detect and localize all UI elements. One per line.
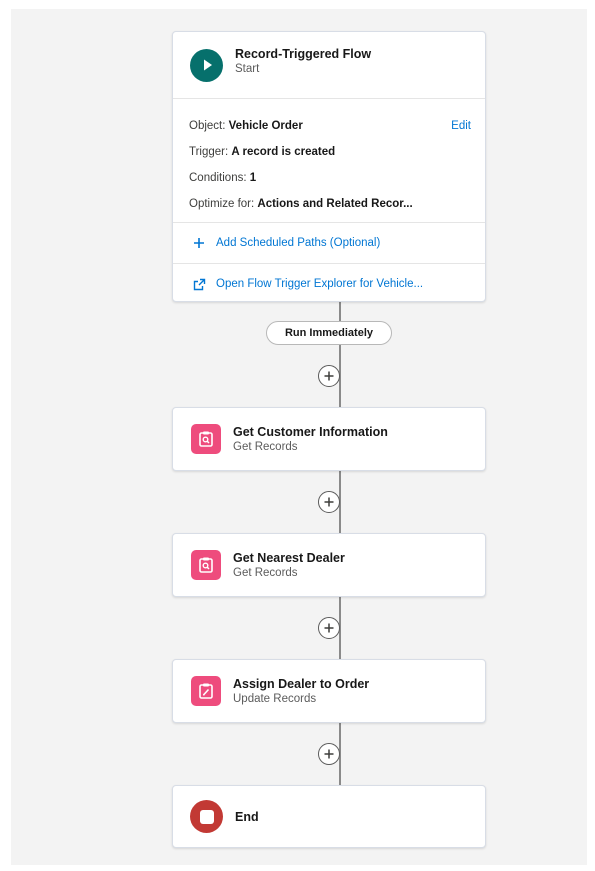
edit-trigger-link[interactable]: Edit: [451, 113, 471, 139]
add-element-button[interactable]: [318, 491, 340, 513]
detail-optimize-for: Optimize for: Actions and Related Recor.…: [189, 198, 413, 210]
add-element-button[interactable]: [318, 365, 340, 387]
play-icon: [190, 48, 223, 82]
path-label-run-immediately[interactable]: Run Immediately: [266, 321, 392, 345]
element-title: Get Nearest Dealer: [233, 550, 345, 565]
plus-icon: [191, 237, 207, 249]
get-records-icon: [191, 424, 221, 454]
element-type: Get Records: [233, 440, 298, 453]
update-records-icon: [191, 676, 221, 706]
add-scheduled-paths-link[interactable]: Add Scheduled Paths (Optional): [173, 222, 485, 263]
plus-icon: [324, 623, 334, 633]
start-title: Record-Triggered Flow: [235, 46, 372, 61]
element-title: Get Customer Information: [233, 424, 388, 439]
stop-icon: [190, 800, 223, 833]
element-type: Get Records: [233, 566, 298, 579]
add-element-button[interactable]: [318, 617, 340, 639]
trigger-details: Object: Vehicle Order Trigger: A record …: [173, 98, 485, 222]
start-subtitle: Start: [235, 62, 260, 75]
plus-icon: [324, 749, 334, 759]
get-records-icon: [191, 550, 221, 580]
start-element-header[interactable]: Record-Triggered Flow Start: [173, 32, 485, 98]
element-title: Assign Dealer to Order: [233, 676, 370, 691]
detail-trigger: Trigger: A record is created: [189, 146, 336, 158]
add-element-button[interactable]: [318, 743, 340, 765]
flow-element-get-nearest-dealer[interactable]: Get Nearest Dealer Get Records: [172, 533, 486, 597]
plus-icon: [324, 371, 334, 381]
element-type: Update Records: [233, 692, 317, 705]
open-flow-trigger-explorer-link[interactable]: Open Flow Trigger Explorer for Vehicle..…: [173, 263, 485, 304]
external-link-icon: [191, 278, 207, 291]
detail-conditions: Conditions: 1: [189, 172, 257, 184]
flow-element-assign-dealer-to-order[interactable]: Assign Dealer to Order Update Records: [172, 659, 486, 723]
start-element-card[interactable]: Record-Triggered Flow Start Object: Vehi…: [172, 31, 486, 302]
end-title: End: [235, 809, 259, 824]
detail-object: Object: Vehicle Order: [189, 120, 303, 132]
connector-line: [339, 302, 341, 407]
end-element-card[interactable]: End: [172, 785, 486, 848]
flow-element-get-customer-information[interactable]: Get Customer Information Get Records: [172, 407, 486, 471]
plus-icon: [324, 497, 334, 507]
